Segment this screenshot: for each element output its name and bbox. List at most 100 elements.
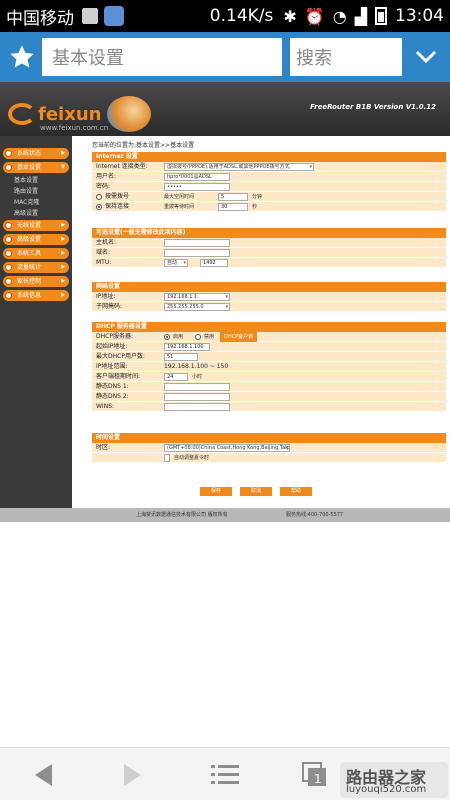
- dhcp-server-row: DHCP服务器: 启用 禁用 DHCP客户表: [92, 332, 446, 342]
- dst-checkbox[interactable]: [164, 454, 170, 462]
- nav-arrow-icon: ▶: [61, 292, 65, 298]
- keep-alive-radio[interactable]: [96, 204, 102, 210]
- nav-arrow-icon: ▶: [61, 264, 65, 270]
- nav-item-tools[interactable]: 系统工具 ▶: [3, 248, 69, 259]
- carrier-name: 中国移动: [6, 8, 74, 29]
- dhcp-start-input[interactable]: 192.168.1.100: [164, 343, 210, 351]
- nav-item-basic[interactable]: 基本设置 ▼: [3, 162, 69, 173]
- site-watermark: 路由器之家 luyouqi520.com: [340, 762, 448, 798]
- signal-icon: ▟: [354, 6, 367, 26]
- search-box[interactable]: 搜索: [290, 38, 402, 76]
- mask-select[interactable]: 255.255.255.0: [164, 303, 230, 311]
- ip-row: IP地址: 192.168.1.1: [92, 292, 446, 302]
- nav-arrow-icon: ▶: [61, 150, 65, 156]
- wins-row: WINS:: [92, 402, 446, 412]
- menu-icon[interactable]: [210, 760, 240, 790]
- svg-text:1: 1: [314, 772, 322, 786]
- wifi-icon: ◔: [332, 6, 347, 26]
- left-nav: 系统状态 ▶ 基本设置 ▼ 基本设置 路由设置 MAC克隆 高级设置 无线设置 ▶ 高…: [0, 136, 72, 508]
- mask-row: 子网掩码: 255.255.255.0: [92, 302, 446, 312]
- dns1-row: 静态DNS 1:: [92, 382, 446, 392]
- status-bar: 中国移动 0.14K/s ✱ ⏰ ◔ ▟ 13:04: [0, 0, 450, 32]
- nav-sub-advanced[interactable]: 高级设置: [0, 209, 72, 219]
- bookmark-star-icon[interactable]: [4, 39, 40, 75]
- brand-url: www.feixun.com.cn: [40, 124, 109, 132]
- conn-type-select[interactable]: 虚拟拨号(PPPOE),适用于ADSL,或其他PPPOE拨号方式: [164, 163, 314, 171]
- dhcp-settings-section: DHCP 服务器设置 DHCP服务器: 启用 禁用 DHCP客户表 起始IP地址…: [92, 322, 446, 412]
- nav-sub-mac-clone[interactable]: MAC克隆: [0, 198, 72, 208]
- image-notification-icon: [82, 8, 98, 24]
- mtu-input[interactable]: 1492: [200, 259, 228, 267]
- dns2-row: 静态DNS 2:: [92, 392, 446, 402]
- mtu-row: MTU: 自动 1492: [92, 258, 446, 268]
- timezone-select[interactable]: (GMT+08:00)China Coast,Hong Kong,Beijing…: [164, 444, 290, 452]
- time-settings-section: 时间设置 时区: (GMT+08:00)China Coast,Hong Kon…: [92, 433, 446, 463]
- nav-item-info[interactable]: 系统信息 ▶: [3, 290, 69, 301]
- nav-sub-routing[interactable]: 路由设置: [0, 187, 72, 197]
- page-footer: 上海斐讯数据通信技术有限公司 版权所有 服务热线:400-700-5577: [0, 508, 450, 522]
- nav-item-traffic[interactable]: 流量统计 ▶: [3, 262, 69, 273]
- dhcp-max-row: 最大DHCP用户数: 51: [92, 352, 446, 362]
- optional-settings-section: 可选设置(一般无需修改此项内容) 主机名: 域名: MTU: 自动 1492: [92, 228, 446, 268]
- nav-arrow-icon: ▶: [61, 236, 65, 242]
- back-icon[interactable]: [28, 760, 58, 790]
- tabs-icon[interactable]: 1: [300, 760, 330, 790]
- dial-on-demand-row: 按需拨号 最大空闲时间 5 分钟: [92, 192, 446, 202]
- nav-item-wireless[interactable]: 无线设置 ▶: [3, 220, 69, 231]
- password-input[interactable]: •••••: [164, 183, 230, 191]
- host-row: 主机名:: [92, 238, 446, 248]
- dns2-input[interactable]: [164, 393, 230, 401]
- browser-toolbar: 基本设置 搜索: [0, 32, 450, 82]
- action-buttons: 保存 取消 帮助: [200, 487, 320, 496]
- section-header: 时间设置: [92, 433, 446, 443]
- chevron-down-icon[interactable]: [406, 38, 446, 76]
- keep-alive-row: 保持连接 重拨等待时间 30 秒: [92, 202, 446, 212]
- domain-row: 域名:: [92, 248, 446, 258]
- wins-input[interactable]: [164, 403, 230, 411]
- dhcp-start-row: 起始IP地址: 192.168.1.100: [92, 342, 446, 352]
- nav-arrow-icon: ▼: [61, 164, 65, 170]
- domain-input[interactable]: [164, 249, 230, 257]
- nav-arrow-icon: ▶: [61, 278, 65, 284]
- dhcp-range-value: 192.168.1.100 ~ 150: [164, 363, 229, 370]
- ip-input[interactable]: 192.168.1.1: [164, 293, 230, 301]
- redial-time-input[interactable]: 30: [218, 203, 248, 211]
- qq-notification-icon: [104, 6, 124, 26]
- copyright-text: 上海斐讯数据通信技术有限公司 版权所有: [136, 512, 228, 518]
- nav-item-status[interactable]: 系统状态 ▶: [3, 148, 69, 159]
- conn-type-row: Internet 连接类型: 虚拟拨号(PPPOE),适用于ADSL,或其他PP…: [92, 162, 446, 172]
- save-button[interactable]: 保存: [200, 487, 232, 496]
- address-bar[interactable]: 基本设置: [42, 38, 282, 76]
- help-button[interactable]: 帮助: [280, 487, 312, 496]
- firmware-version: FreeRouter B1B Version V1.0.12: [310, 103, 436, 111]
- header-banner: feixun www.feixun.com.cn FreeRouter B1B …: [0, 82, 450, 136]
- dhcp-range-row: IP地址范围: 192.168.1.100 ~ 150: [92, 362, 446, 372]
- clock: 13:04: [395, 6, 444, 26]
- section-header: 网络设置: [92, 282, 446, 292]
- dhcp-enable-radio[interactable]: [164, 334, 170, 340]
- account-input[interactable]: hpro*0001@ADSL: [164, 173, 230, 181]
- dhcp-client-list-button[interactable]: DHCP客户表: [220, 332, 258, 342]
- dns1-input[interactable]: [164, 383, 230, 391]
- dial-on-demand-radio[interactable]: [96, 194, 102, 200]
- dhcp-disable-radio[interactable]: [195, 334, 201, 340]
- cancel-button[interactable]: 取消: [240, 487, 272, 496]
- dhcp-lease-input[interactable]: 24: [164, 373, 188, 381]
- host-input[interactable]: [164, 239, 230, 247]
- nav-sub-basic-settings[interactable]: 基本设置: [0, 176, 72, 186]
- screen: 中国移动 0.14K/s ✱ ⏰ ◔ ▟ 13:04 基本设置 搜索 feixu…: [0, 0, 450, 800]
- nav-item-advanced[interactable]: 高级设置 ▶: [3, 234, 69, 245]
- battery-icon: [375, 7, 387, 25]
- nav-item-parental[interactable]: 家长控制 ▶: [3, 276, 69, 287]
- network-settings-section: 网络设置 IP地址: 192.168.1.1 子网掩码: 255.255.255…: [92, 282, 446, 312]
- idle-time-input[interactable]: 5: [218, 193, 248, 201]
- nav-arrow-icon: ▶: [61, 250, 65, 256]
- forward-icon[interactable]: [118, 760, 148, 790]
- mtu-mode-select[interactable]: 自动: [164, 259, 188, 267]
- router-admin-page: feixun www.feixun.com.cn FreeRouter B1B …: [0, 82, 450, 529]
- dhcp-max-users-input[interactable]: 51: [164, 353, 198, 361]
- alarm-icon: ⏰: [304, 6, 325, 26]
- section-header: Internet 设置: [92, 152, 446, 162]
- logo-mark-icon: [8, 103, 36, 125]
- dst-row: 自动调整夏令时: [92, 453, 446, 463]
